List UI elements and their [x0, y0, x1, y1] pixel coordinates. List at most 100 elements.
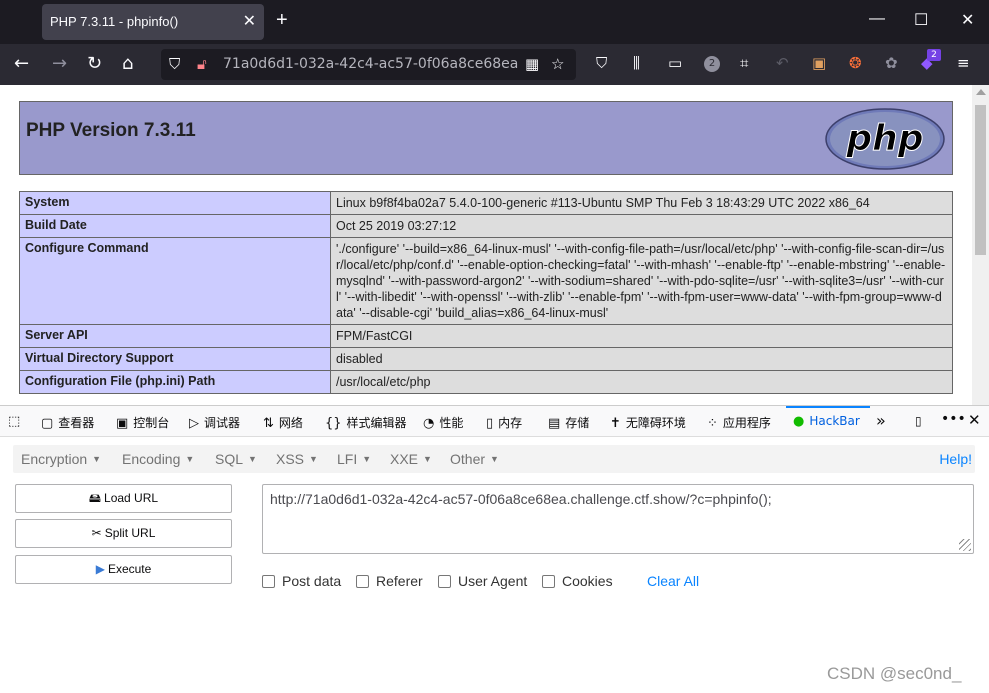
- checkbox-post-data[interactable]: [262, 575, 275, 588]
- maximize-icon[interactable]: ☐: [914, 10, 928, 30]
- memory-icon: ▯: [486, 416, 494, 431]
- chevron-down-icon: ▼: [423, 454, 432, 464]
- menu-encoding[interactable]: Encoding ▼: [122, 451, 194, 467]
- close-devtools-icon[interactable]: ✕: [968, 411, 981, 429]
- row-value: './configure' '--build=x86_64-linux-musl…: [330, 237, 953, 325]
- table-row: Virtual Directory Support disabled: [19, 347, 953, 371]
- checkbox-cookies[interactable]: [542, 575, 555, 588]
- row-value: /usr/local/etc/php: [330, 370, 953, 394]
- row-key: Server API: [19, 324, 331, 348]
- tab-title: PHP 7.3.11 - phpinfo(): [50, 14, 179, 29]
- tab-memory[interactable]: ▯ 内存: [486, 414, 522, 431]
- chevron-down-icon: ▼: [362, 454, 372, 464]
- performance-icon: ◔: [423, 416, 435, 431]
- pocket-icon[interactable]: ⛉: [596, 54, 607, 72]
- inspector-icon: ▢: [41, 416, 54, 431]
- tab-debugger[interactable]: ▷ 调试器: [189, 414, 240, 431]
- tab-style-editor[interactable]: {} 样式编辑器: [325, 414, 407, 431]
- menu-encryption[interactable]: Encryption ▼: [21, 451, 101, 467]
- sidebar-icon[interactable]: ▭: [668, 54, 682, 72]
- table-row: Server API FPM/FastCGI: [19, 324, 953, 348]
- forward-icon[interactable]: →: [52, 53, 67, 74]
- hackbar-menu: Encryption ▼ Encoding ▼ SQL ▼ XSS ▼ LFI ▼ XXE…: [13, 445, 975, 473]
- console-icon: ▣: [116, 416, 129, 431]
- resize-handle-icon[interactable]: [959, 539, 971, 551]
- option-referer[interactable]: Referer: [356, 573, 423, 589]
- split-url-button[interactable]: ✂ Split URL: [15, 519, 232, 548]
- home-icon[interactable]: ⌂: [122, 53, 133, 74]
- new-tab-icon[interactable]: +: [276, 9, 288, 32]
- tab-application[interactable]: ⁘ 应用程序: [707, 414, 771, 431]
- browser-tab[interactable]: PHP 7.3.11 - phpinfo() ✕: [42, 4, 264, 40]
- extension-image-icon[interactable]: ▣: [812, 54, 826, 72]
- tab-hackbar[interactable]: ● HackBar: [793, 414, 860, 429]
- more-options-icon[interactable]: •••: [941, 411, 966, 427]
- dock-icon[interactable]: ▯: [915, 414, 922, 428]
- option-cookies[interactable]: Cookies: [542, 573, 613, 589]
- bookmark-star-icon[interactable]: ☆: [551, 55, 564, 73]
- menu-other[interactable]: Other ▼: [450, 451, 499, 467]
- chevron-down-icon: ▼: [248, 454, 257, 464]
- insecure-lock-icon[interactable]: 🔓︎: [197, 55, 207, 73]
- table-row: Configuration File (php.ini) Path/usr/lo…: [19, 370, 953, 394]
- more-tabs-icon[interactable]: »: [876, 411, 886, 430]
- url-text[interactable]: 71a0d6d1-032a-42c4-ac57-0f06a8ce68ea.ch: [223, 56, 518, 72]
- menu-icon[interactable]: ≡: [957, 54, 970, 72]
- url-textarea-value[interactable]: http://71a0d6d1-032a-42c4-ac57-0f06a8ce6…: [270, 491, 772, 507]
- row-value: disabled: [330, 347, 953, 371]
- library-icon[interactable]: ⫼: [633, 54, 640, 72]
- back-icon[interactable]: ←: [14, 53, 29, 74]
- minimize-icon[interactable]: —: [869, 10, 885, 28]
- checkbox-user-agent[interactable]: [438, 575, 451, 588]
- help-link[interactable]: Help!: [939, 451, 972, 467]
- row-key: Virtual Directory Support: [19, 347, 331, 371]
- row-value: Linux b9f8f4ba02a7 5.4.0-100-generic #11…: [330, 191, 953, 215]
- menu-sql[interactable]: SQL ▼: [215, 451, 257, 467]
- row-key: System: [19, 191, 331, 215]
- tab-close-icon[interactable]: ✕: [243, 11, 256, 30]
- scroll-up-arrow-icon[interactable]: [976, 89, 986, 95]
- reload-icon[interactable]: ↻: [87, 53, 102, 74]
- option-post-data[interactable]: Post data: [262, 573, 341, 589]
- counter-circle-icon[interactable]: 2: [704, 56, 720, 72]
- page-scrollbar[interactable]: [972, 85, 989, 405]
- execute-button[interactable]: ▶ Execute: [15, 555, 232, 584]
- qr-code-icon[interactable]: ▦: [525, 55, 539, 73]
- checkbox-referer[interactable]: [356, 575, 369, 588]
- menu-xxe[interactable]: XXE ▼: [390, 451, 432, 467]
- tab-accessibility[interactable]: ✝ 无障碍环境: [610, 414, 686, 431]
- extension-fox-icon[interactable]: ❂: [849, 54, 862, 72]
- tab-console[interactable]: ▣ 控制台: [116, 414, 169, 431]
- menu-lfi[interactable]: LFI ▼: [337, 451, 371, 467]
- menu-xss[interactable]: XSS ▼: [276, 451, 318, 467]
- scroll-thumb[interactable]: [975, 105, 986, 255]
- table-row: Build Date Oct 25 2019 03:27:12: [19, 214, 953, 238]
- chevron-down-icon: ▼: [309, 454, 318, 464]
- load-url-button[interactable]: 🖴︎ Load URL: [15, 484, 232, 513]
- debugger-icon: ▷: [189, 416, 199, 431]
- tab-performance[interactable]: ◔ 性能: [423, 414, 463, 431]
- php-version-heading: PHP Version 7.3.11: [26, 120, 196, 141]
- option-user-agent[interactable]: User Agent: [438, 573, 527, 589]
- php-header: PHP Version 7.3.11 php: [19, 101, 953, 175]
- address-bar[interactable]: ⛉ 🔓︎ 71a0d6d1-032a-42c4-ac57-0f06a8ce68e…: [161, 49, 576, 80]
- storage-icon: ▤: [548, 416, 561, 431]
- close-window-icon[interactable]: ✕: [961, 10, 974, 30]
- tab-network[interactable]: ⇅ 网络: [263, 414, 303, 431]
- shield-icon[interactable]: ⛉: [169, 55, 180, 73]
- accessibility-icon: ✝: [610, 416, 621, 431]
- clear-all-link[interactable]: Clear All: [647, 573, 699, 589]
- tab-inspector[interactable]: ▢ 查看器: [41, 414, 94, 431]
- extension-badge: 2: [927, 49, 941, 61]
- php-logo-text: php: [845, 118, 923, 159]
- undo-icon[interactable]: ↶: [776, 54, 789, 72]
- crop-icon[interactable]: ⌗: [740, 54, 748, 72]
- execute-icon: ▶: [95, 562, 105, 576]
- hackbar-panel: Encryption ▼ Encoding ▼ SQL ▼ XSS ▼ LFI ▼ XXE…: [0, 437, 989, 693]
- pick-element-icon[interactable]: ⬚: [8, 414, 25, 429]
- hackbar-icon: ●: [793, 414, 805, 429]
- tab-storage[interactable]: ▤ 存储: [548, 414, 589, 431]
- extension-puzzle-icon[interactable]: ✿: [885, 54, 898, 72]
- page-content: PHP Version 7.3.11 php System Linux b9f8f…: [0, 85, 972, 405]
- url-textarea[interactable]: http://71a0d6d1-032a-42c4-ac57-0f06a8ce6…: [262, 484, 974, 554]
